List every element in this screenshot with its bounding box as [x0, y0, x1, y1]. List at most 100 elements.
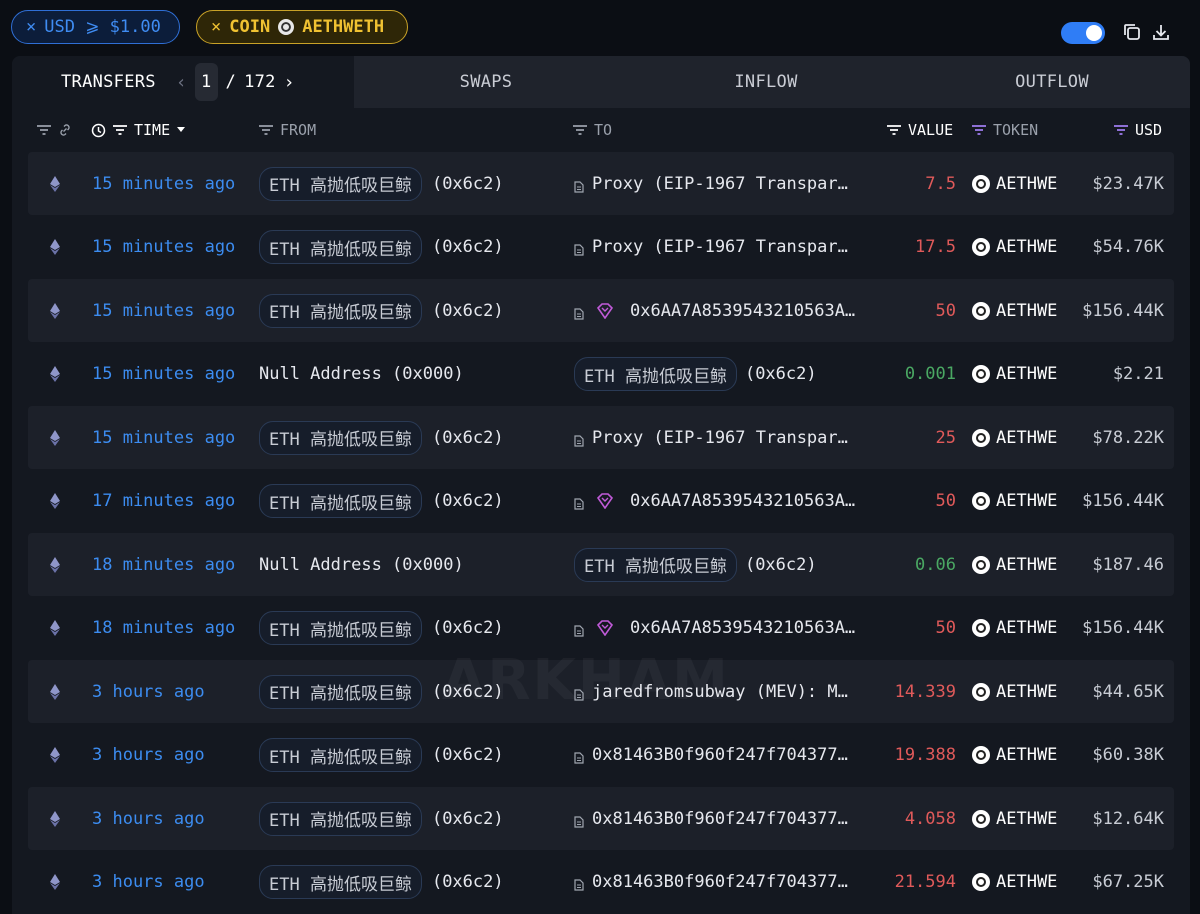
to-address[interactable]: 0x81463B0f960f247f704377…	[592, 745, 848, 765]
to-address[interactable]: Proxy (EIP-1967 Transpar…	[592, 174, 848, 194]
from-address[interactable]: (0x6c2)	[432, 237, 504, 257]
usd-filter-icon[interactable]	[1113, 124, 1129, 136]
row-time[interactable]: 15 minutes ago	[92, 216, 235, 279]
tab-transfers[interactable]: TRANSFERS ‹ 1 / 172 ›	[12, 56, 354, 108]
row-token[interactable]: AETHWE	[972, 406, 1062, 469]
time-filter-icon[interactable]	[112, 124, 128, 136]
row-token[interactable]: AETHWE	[972, 724, 1062, 787]
from-entity-tag[interactable]: ETH 高抛低吸巨鲸	[259, 166, 422, 201]
from-filter-icon[interactable]	[258, 124, 274, 136]
row-time[interactable]: 15 minutes ago	[92, 406, 235, 469]
page-number-box[interactable]: 1	[194, 63, 218, 101]
token-symbol: AETHWE	[996, 364, 1058, 384]
table-row[interactable]: 15 minutes ago Null Address (0x000) ETH …	[28, 343, 1174, 406]
row-token[interactable]: AETHWE	[972, 851, 1062, 914]
from-entity-tag[interactable]: ETH 高抛低吸巨鲸	[259, 484, 422, 518]
to-column-header[interactable]: TO	[572, 108, 612, 152]
remove-coin-filter-icon[interactable]: ×	[211, 17, 221, 37]
to-address[interactable]: 0x6AA7A8539543210563A…	[630, 301, 855, 321]
row-time[interactable]: 15 minutes ago	[92, 343, 235, 406]
to-address[interactable]: 0x81463B0f960f247f704377…	[592, 809, 848, 829]
table-row[interactable]: 3 hours ago ETH 高抛低吸巨鲸 (0x6c2) 0x81463B0…	[28, 851, 1174, 914]
table-row[interactable]: 15 minutes ago ETH 高抛低吸巨鲸 (0x6c2) Proxy …	[28, 152, 1174, 215]
download-icon[interactable]	[1151, 22, 1171, 42]
from-address[interactable]: (0x6c2)	[432, 872, 504, 892]
token-icon	[972, 746, 990, 764]
row-time[interactable]: 3 hours ago	[92, 724, 205, 787]
token-column-header[interactable]: TOKEN	[971, 108, 1038, 152]
from-address[interactable]: (0x6c2)	[432, 809, 504, 829]
to-address[interactable]: Proxy (EIP-1967 Transpar…	[592, 428, 848, 448]
row-time[interactable]: 18 minutes ago	[92, 597, 235, 660]
link-icon[interactable]	[58, 123, 72, 137]
filter-icon[interactable]	[36, 124, 52, 136]
row-token[interactable]: AETHWE	[972, 533, 1062, 596]
to-entity-tag[interactable]: ETH 高抛低吸巨鲸	[574, 547, 737, 582]
chain-filter-header[interactable]	[36, 108, 72, 152]
row-time[interactable]: 15 minutes ago	[92, 152, 235, 215]
from-address[interactable]: (0x6c2)	[432, 618, 504, 638]
from-entity-tag[interactable]: ETH 高抛低吸巨鲸	[259, 865, 422, 899]
toggle-switch[interactable]	[1061, 22, 1105, 44]
time-column-header[interactable]: TIME	[91, 108, 186, 152]
row-time[interactable]: 3 hours ago	[92, 787, 205, 850]
from-address[interactable]: (0x6c2)	[432, 491, 504, 511]
value-filter-icon[interactable]	[886, 124, 902, 136]
to-address[interactable]: 0x6AA7A8539543210563A…	[630, 491, 855, 511]
to-address[interactable]: 0x81463B0f960f247f704377…	[592, 872, 848, 892]
row-token[interactable]: AETHWE	[972, 279, 1062, 342]
row-time[interactable]: 3 hours ago	[92, 851, 205, 914]
from-entity-tag[interactable]: ETH 高抛低吸巨鲸	[259, 293, 422, 328]
copy-icon[interactable]	[1122, 22, 1142, 42]
sort-down-icon[interactable]	[176, 126, 186, 134]
to-address[interactable]: Proxy (EIP-1967 Transpar…	[592, 237, 848, 257]
prev-page-icon[interactable]: ‹	[176, 72, 187, 93]
usd-column-header[interactable]: USD	[1113, 108, 1162, 152]
row-token[interactable]: AETHWE	[972, 597, 1062, 660]
coin-filter-chip[interactable]: × COIN AETHWETH	[196, 10, 408, 44]
usd-filter-chip[interactable]: × USD ⩾ $1.00	[11, 10, 180, 44]
to-entity-tag[interactable]: ETH 高抛低吸巨鲸	[574, 357, 737, 391]
from-address[interactable]: (0x6c2)	[432, 428, 504, 448]
from-entity-tag[interactable]: ETH 高抛低吸巨鲸	[259, 611, 422, 645]
row-token[interactable]: AETHWE	[972, 787, 1062, 850]
table-row[interactable]: 15 minutes ago ETH 高抛低吸巨鲸 (0x6c2) Proxy …	[28, 406, 1174, 469]
from-address[interactable]: (0x6c2)	[432, 301, 504, 321]
table-row[interactable]: 15 minutes ago ETH 高抛低吸巨鲸 (0x6c2) Proxy …	[28, 216, 1174, 279]
to-address[interactable]: (0x6c2)	[745, 555, 817, 575]
tab-outflow[interactable]: OUTFLOW	[914, 56, 1190, 108]
table-row[interactable]: 15 minutes ago ETH 高抛低吸巨鲸 (0x6c2) 0x6AA7…	[28, 279, 1174, 342]
from-address[interactable]: Null Address (0x000)	[259, 555, 464, 575]
to-address[interactable]: 0x6AA7A8539543210563A…	[630, 618, 855, 638]
tab-swaps[interactable]: SWAPS	[354, 56, 618, 108]
to-filter-icon[interactable]	[572, 124, 588, 136]
from-address[interactable]: (0x6c2)	[432, 174, 504, 194]
from-entity-tag[interactable]: ETH 高抛低吸巨鲸	[259, 420, 422, 455]
row-time[interactable]: 18 minutes ago	[92, 533, 235, 596]
from-entity-tag[interactable]: ETH 高抛低吸巨鲸	[259, 674, 422, 709]
from-entity-tag[interactable]: ETH 高抛低吸巨鲸	[259, 738, 422, 772]
next-page-icon[interactable]: ›	[284, 72, 295, 93]
row-token[interactable]: AETHWE	[972, 660, 1062, 723]
value-column-header[interactable]: VALUE	[886, 108, 953, 152]
row-token[interactable]: AETHWE	[972, 152, 1062, 215]
to-address[interactable]: (0x6c2)	[745, 364, 817, 384]
row-token[interactable]: AETHWE	[972, 343, 1062, 406]
from-entity-tag[interactable]: ETH 高抛低吸巨鲸	[259, 801, 422, 836]
from-address[interactable]: (0x6c2)	[432, 745, 504, 765]
tab-inflow[interactable]: INFLOW	[618, 56, 914, 108]
table-row[interactable]: 18 minutes ago Null Address (0x000) ETH …	[28, 533, 1174, 596]
from-address[interactable]: Null Address (0x000)	[259, 364, 464, 384]
remove-usd-filter-icon[interactable]: ×	[26, 17, 36, 37]
row-token[interactable]: AETHWE	[972, 216, 1062, 279]
row-time[interactable]: 17 minutes ago	[92, 470, 235, 533]
row-token[interactable]: AETHWE	[972, 470, 1062, 533]
from-entity-tag[interactable]: ETH 高抛低吸巨鲸	[259, 230, 422, 264]
token-filter-icon[interactable]	[971, 124, 987, 136]
row-time[interactable]: 3 hours ago	[92, 660, 205, 723]
table-row[interactable]: 3 hours ago ETH 高抛低吸巨鲸 (0x6c2) 0x81463B0…	[28, 787, 1174, 850]
table-row[interactable]: 17 minutes ago ETH 高抛低吸巨鲸 (0x6c2) 0x6AA7…	[28, 470, 1174, 533]
row-time[interactable]: 15 minutes ago	[92, 279, 235, 342]
table-row[interactable]: 3 hours ago ETH 高抛低吸巨鲸 (0x6c2) 0x81463B0…	[28, 724, 1174, 787]
from-column-header[interactable]: FROM	[258, 108, 316, 152]
